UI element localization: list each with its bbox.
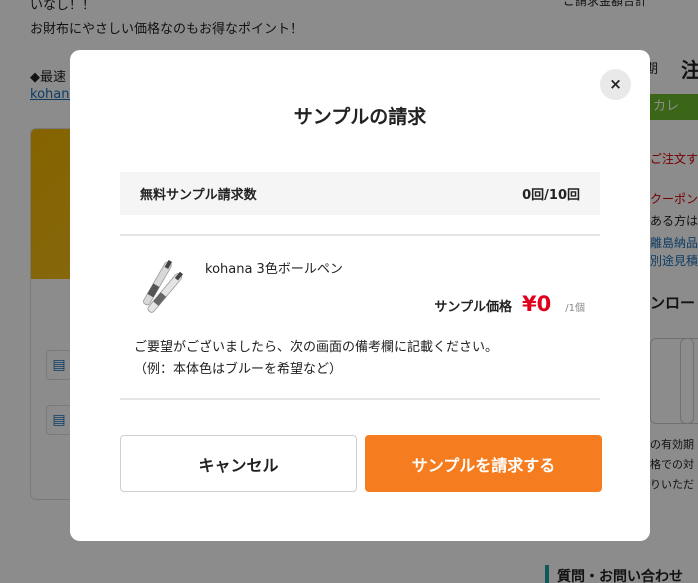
sample-price-unit: /1個 <box>565 303 585 314</box>
cancel-button[interactable]: キャンセル <box>120 435 357 492</box>
sample-count-row: 無料サンプル請求数 0回/10回 <box>120 172 600 215</box>
divider <box>120 398 600 400</box>
divider <box>120 234 600 236</box>
product-image <box>143 259 184 313</box>
request-note-example: （例：本体色はブルーを希望など） <box>134 362 343 377</box>
sample-price-value: ¥0 <box>522 292 552 316</box>
sample-count-value: 0回/10回 <box>522 188 580 203</box>
close-icon[interactable]: × <box>600 69 631 100</box>
request-note: ご要望がございましたら、次の画面の備考欄に記載ください。 <box>134 340 499 355</box>
modal-title: サンプルの請求 <box>293 106 427 128</box>
request-sample-button[interactable]: サンプルを請求する <box>365 435 602 492</box>
sample-price-row: サンプル価格 ¥0 /1個 <box>434 292 585 316</box>
sample-count-label: 無料サンプル請求数 <box>140 188 257 203</box>
sample-request-modal: × サンプルの請求 無料サンプル請求数 0回/10回 kohana 3色ボールペ… <box>70 50 650 541</box>
sample-price-label: サンプル価格 <box>434 300 513 315</box>
product-name: kohana 3色ボールペン <box>205 262 343 277</box>
